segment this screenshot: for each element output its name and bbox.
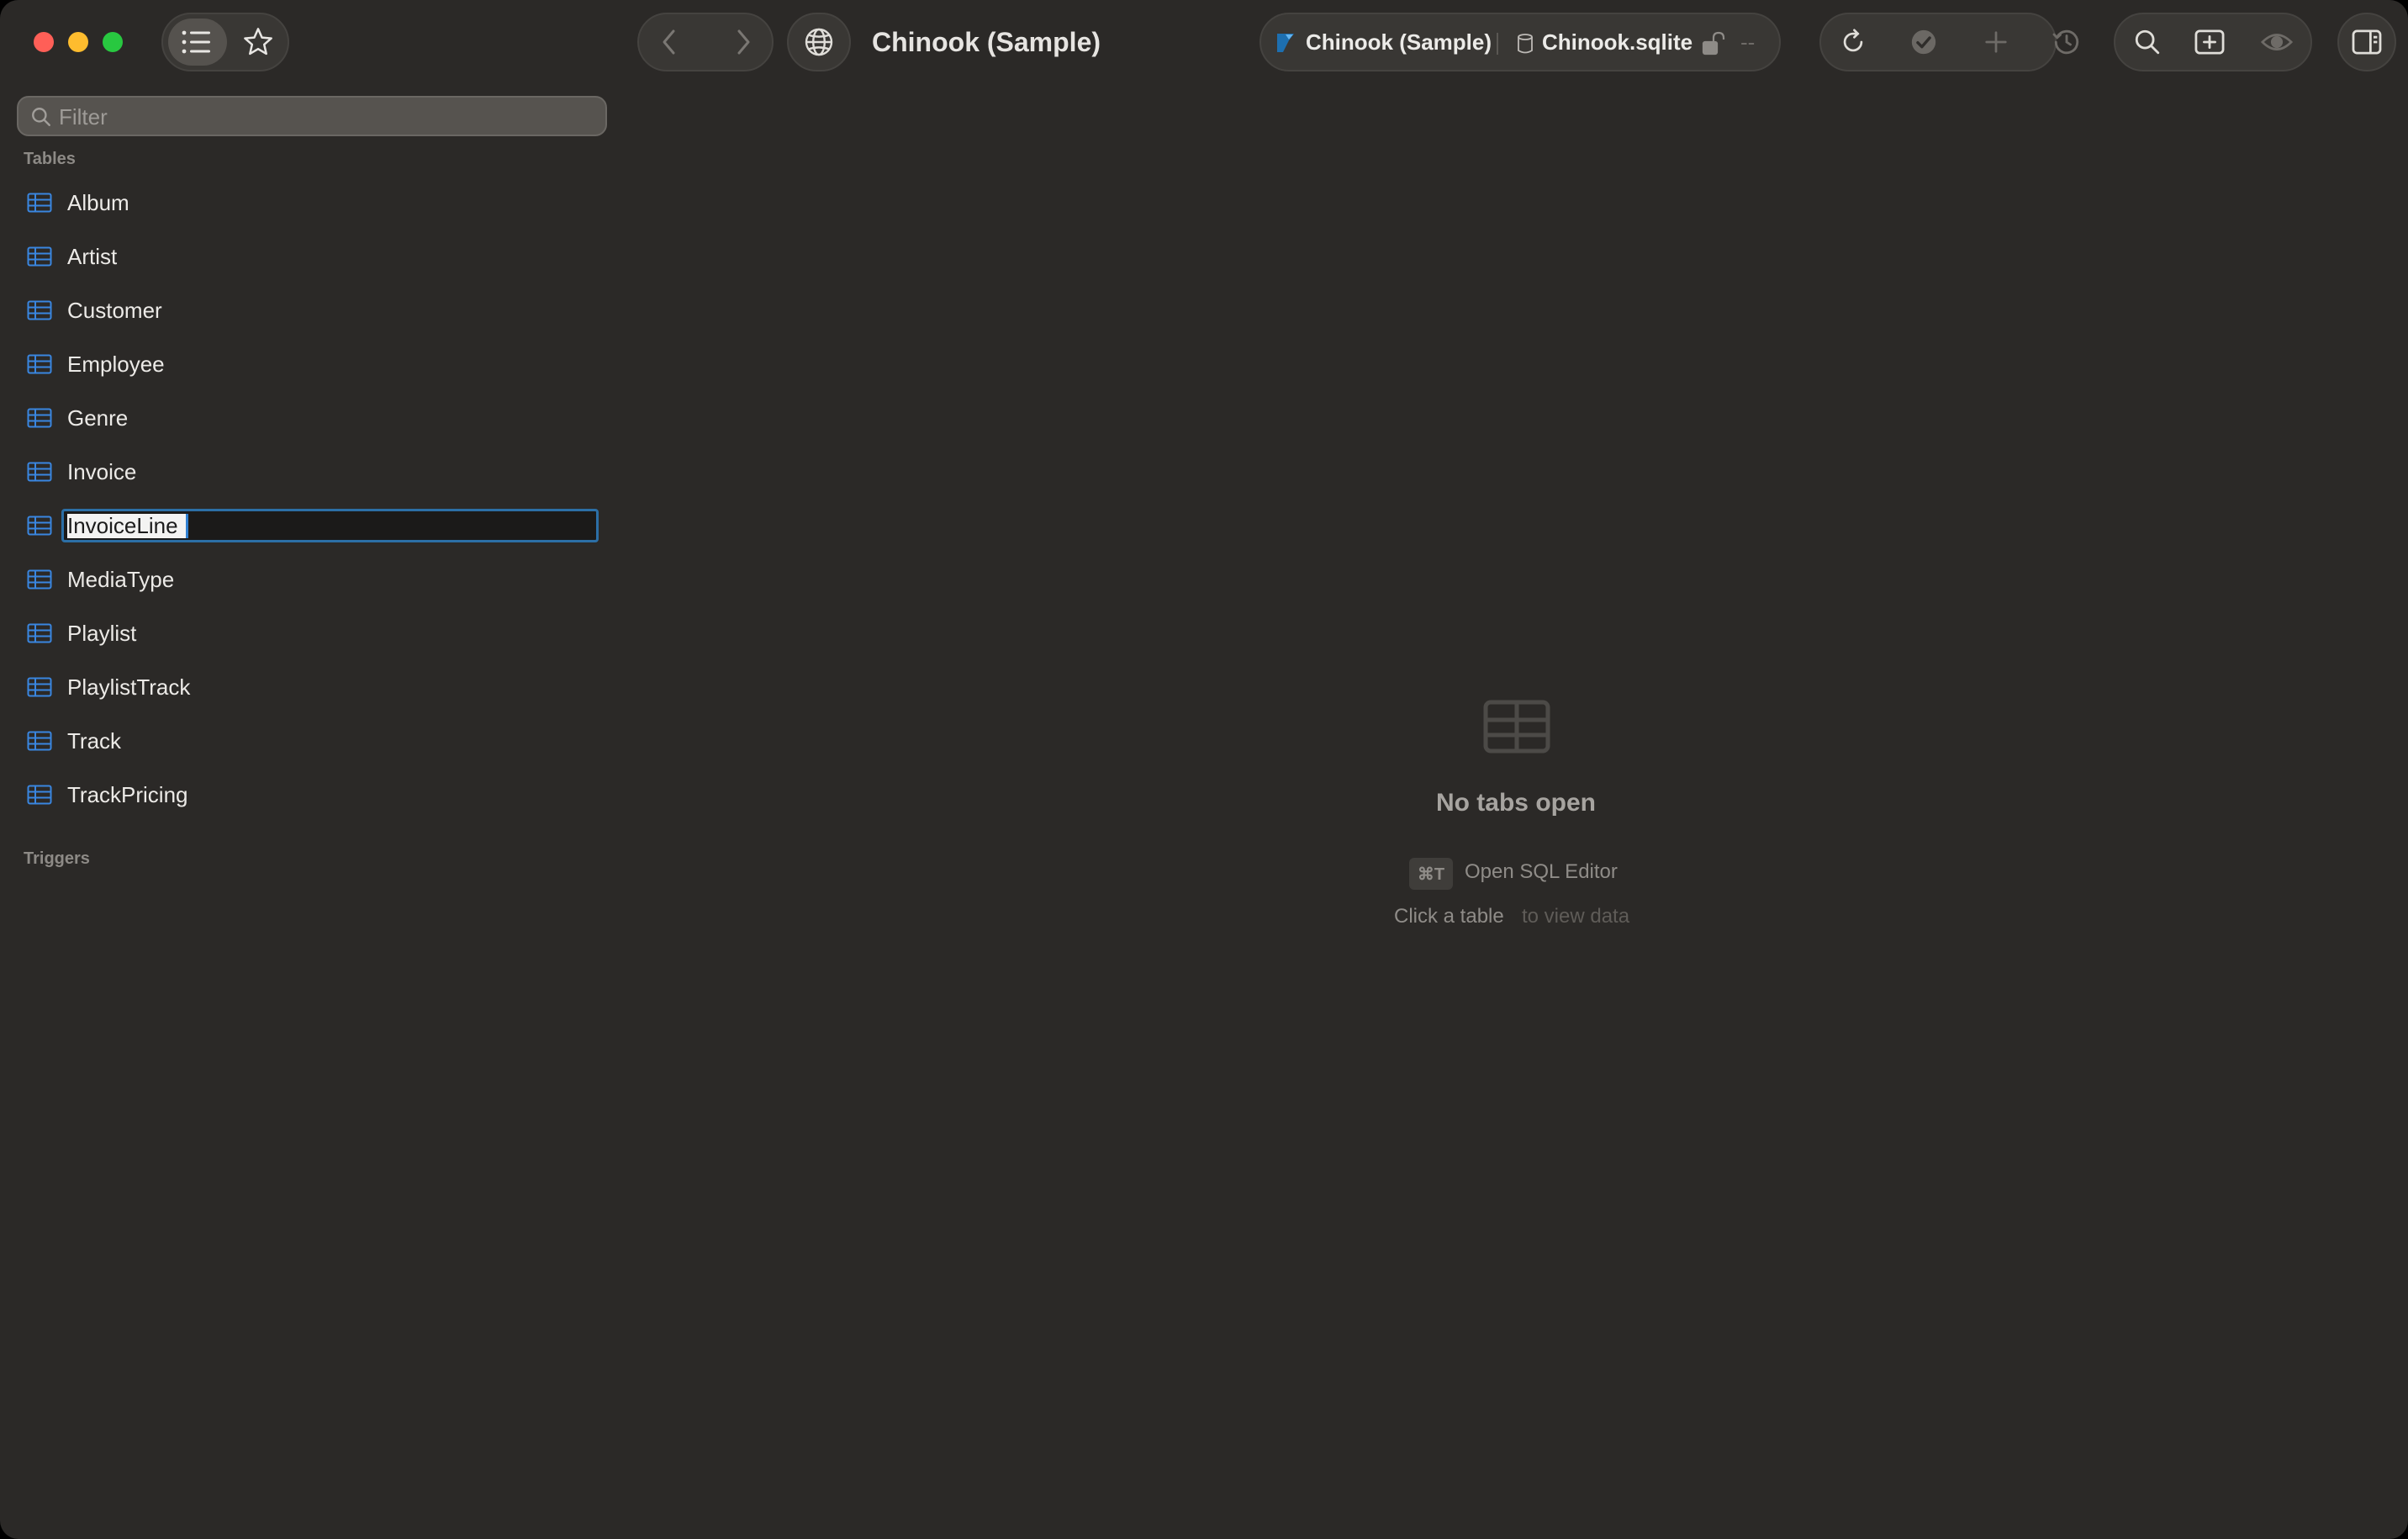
close-window-button[interactable] xyxy=(34,32,54,52)
star-icon[interactable] xyxy=(242,27,274,57)
table-name-label: Genre xyxy=(67,405,129,431)
view-data-hint: to view data xyxy=(1522,905,1630,928)
table-name-label: Artist xyxy=(67,244,118,269)
list-icon[interactable] xyxy=(182,29,212,55)
app-window: Chinook (Sample) -- Chinook (Sample) Chi… xyxy=(0,0,2408,1539)
sqlite-connection-icon xyxy=(1275,32,1296,58)
actions-pill xyxy=(1819,13,2079,71)
sidebar-table-item[interactable]: Customer xyxy=(17,288,607,333)
table-name-label: Customer xyxy=(67,298,162,323)
table-icon xyxy=(27,516,52,540)
sidebar-table-item[interactable]: Artist xyxy=(17,234,607,279)
sidebar-table-item[interactable]: TrackPricing xyxy=(17,772,607,817)
sidebar-table-item[interactable]: MediaType xyxy=(17,557,607,602)
table-icon xyxy=(27,462,52,486)
sidebar-table-item[interactable]: Employee xyxy=(17,341,607,387)
refresh-icon[interactable] xyxy=(1839,28,1867,56)
table-icon xyxy=(27,300,52,325)
filter-field[interactable] xyxy=(17,96,607,136)
triggers-section-header: Triggers xyxy=(24,849,90,868)
table-icon xyxy=(27,569,52,594)
sidebar-right-icon xyxy=(2351,29,2383,56)
sidebar-table-item[interactable]: PlaylistTrack xyxy=(17,664,607,710)
table-icon xyxy=(27,246,52,271)
table-name-label: Album xyxy=(67,190,129,215)
table-icon xyxy=(27,623,52,648)
database-icon xyxy=(1517,33,1534,59)
text-caret xyxy=(186,514,188,538)
inspector-toggle-button[interactable] xyxy=(2337,13,2396,71)
window-title: Chinook (Sample) xyxy=(872,27,1101,57)
table-icon xyxy=(1483,700,1550,758)
table-name-label: Track xyxy=(67,728,122,754)
table-name-label: Playlist xyxy=(67,621,137,646)
minimize-window-button[interactable] xyxy=(68,32,88,52)
filter-input[interactable] xyxy=(57,103,582,131)
table-icon xyxy=(27,408,52,432)
unlock-icon[interactable] xyxy=(1702,31,1725,61)
click-table-hint: Click a table xyxy=(1394,905,1504,928)
table-icon xyxy=(27,677,52,701)
connection-name[interactable]: Chinook (Sample) xyxy=(1306,29,1492,55)
zoom-window-button[interactable] xyxy=(103,32,123,52)
table-icon xyxy=(27,785,52,809)
table-name-label: Invoice xyxy=(67,459,137,484)
database-file-name[interactable]: Chinook.sqlite xyxy=(1542,29,1692,55)
new-tab-icon[interactable] xyxy=(2194,28,2226,56)
navigation-pill xyxy=(637,13,774,71)
table-name-label: PlaylistTrack xyxy=(67,674,191,700)
table-icon xyxy=(27,731,52,755)
connection-switcher-button[interactable] xyxy=(787,13,851,71)
sidebar-mode-toggle xyxy=(161,13,289,71)
chevron-right-icon[interactable] xyxy=(735,29,752,56)
search-icon[interactable] xyxy=(2133,28,2162,56)
table-name-label: Employee xyxy=(67,352,165,377)
check-circle-icon[interactable] xyxy=(1909,28,1938,56)
sidebar-table-item[interactable]: Invoice xyxy=(17,449,607,494)
rename-table-field[interactable]: InvoiceLine xyxy=(61,509,599,542)
tables-section-header: Tables xyxy=(24,150,76,168)
table-name-label: TrackPricing xyxy=(67,782,188,807)
table-icon xyxy=(27,193,52,217)
sidebar-table-item[interactable]: Track xyxy=(17,718,607,764)
separator xyxy=(1497,33,1498,55)
open-sql-editor-hint: Open SQL Editor xyxy=(1465,860,1618,883)
globe-icon xyxy=(804,27,834,57)
sidebar-table-item[interactable]: Album xyxy=(17,180,607,225)
table-icon xyxy=(27,354,52,378)
status-dash: -- xyxy=(1740,29,1756,55)
rename-table-input-text[interactable]: InvoiceLine xyxy=(67,512,178,539)
history-icon[interactable] xyxy=(2052,27,2082,57)
plus-icon[interactable] xyxy=(1983,29,2009,55)
window-controls xyxy=(34,32,123,52)
chevron-left-icon[interactable] xyxy=(661,29,678,56)
search-icon xyxy=(30,106,52,132)
table-name-label: MediaType xyxy=(67,567,175,592)
sidebar-table-item[interactable]: Genre xyxy=(17,395,607,441)
empty-state-title: No tabs open xyxy=(1435,789,1596,817)
shortcut-keycap: ⌘T xyxy=(1409,858,1453,890)
sidebar-table-item[interactable]: Playlist xyxy=(17,611,607,656)
view-pill xyxy=(2114,13,2312,71)
eye-icon[interactable] xyxy=(2260,29,2294,55)
